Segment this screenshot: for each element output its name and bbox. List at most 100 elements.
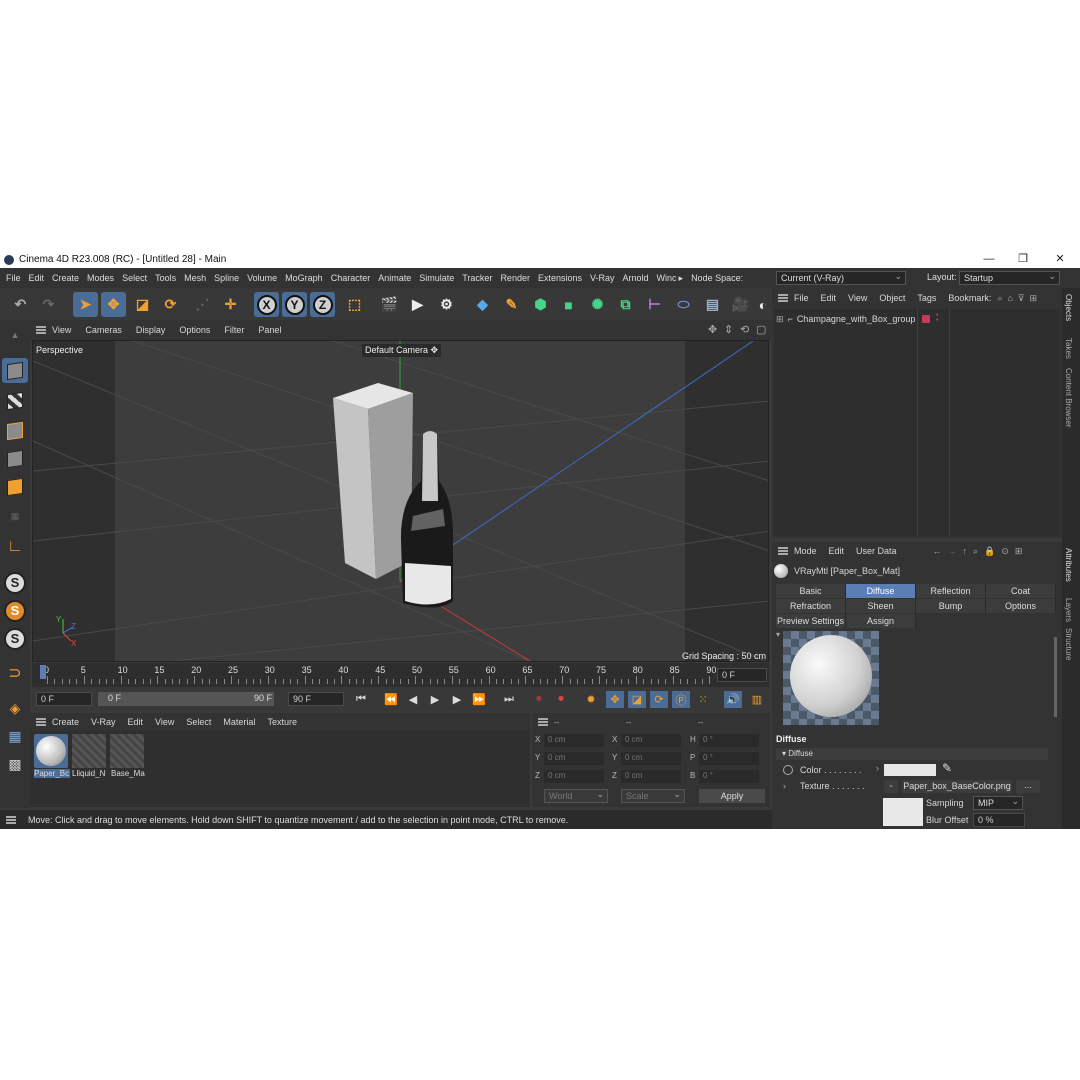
rotate-tool-icon[interactable]: ⟳ <box>158 292 183 317</box>
render-view-icon[interactable]: 🎬 <box>377 292 402 317</box>
viewport-zoom-icon[interactable]: ⇕ <box>724 323 733 336</box>
recent-tools-icon[interactable]: ⋰ <box>190 292 215 317</box>
coordinate-system-icon[interactable]: ⬚ <box>342 292 367 317</box>
viewport-maximize-icon[interactable]: ▢ <box>756 323 766 336</box>
record-icon[interactable]: ⏺ <box>530 691 548 708</box>
attribute-menu-edit[interactable]: Edit <box>829 546 845 556</box>
minimize-button[interactable]: — <box>974 251 1004 268</box>
default-camera-label[interactable]: Default Camera ✥ <box>362 344 442 357</box>
film-icon[interactable]: ▥ <box>748 691 766 708</box>
material-menu-icon[interactable] <box>36 718 46 726</box>
color-keyframe-icon[interactable] <box>783 765 793 775</box>
menu-window[interactable]: Winc <box>657 273 677 283</box>
object-row[interactable]: ⊞ ⌐ Champagne_with_Box_group <box>776 312 915 326</box>
deformer-icon[interactable]: ⊢ <box>642 292 667 317</box>
viewport-menu-panel[interactable]: Panel <box>258 325 281 335</box>
cloner-icon[interactable]: ✺ <box>585 292 610 317</box>
edges-mode-icon[interactable] <box>2 446 28 471</box>
attr-scrollbar[interactable] <box>1054 637 1057 717</box>
key-rotation-icon[interactable]: ⟳ <box>650 691 668 708</box>
side-tab-structure[interactable]: Structure <box>1064 628 1073 660</box>
rotation-b-field[interactable]: 0 ° <box>699 770 759 783</box>
preview-collapse-icon[interactable]: ▾ <box>776 630 780 639</box>
render-settings-icon[interactable]: ⚙ <box>434 292 459 317</box>
magnet-tool-icon[interactable]: ⊃ <box>2 660 28 685</box>
object-menu-icon[interactable] <box>778 294 788 302</box>
search-attr-icon[interactable]: ⌕ <box>973 546 978 557</box>
size-x-field[interactable]: 0 cm <box>621 734 681 747</box>
perspective-viewport[interactable]: Perspective Default Camera ✥ Grid Spacin… <box>32 340 769 662</box>
sound-icon[interactable]: 🔊 <box>724 691 742 708</box>
next-frame-icon[interactable]: ▶ <box>448 691 466 708</box>
paper-box-model[interactable] <box>333 383 413 579</box>
texture-browse-button[interactable]: ... <box>1016 780 1040 793</box>
position-z-field[interactable]: 0 cm <box>544 770 604 783</box>
key-scale-icon[interactable]: ◪ <box>628 691 646 708</box>
undo-icon[interactable]: ↶ <box>8 292 33 317</box>
go-to-end-icon[interactable]: ⏭ <box>500 691 518 708</box>
light-icon[interactable]: ◐ <box>756 292 770 317</box>
menu-vray[interactable]: V-Ray <box>590 273 615 283</box>
axis-x-lock[interactable]: X <box>254 292 279 317</box>
attribute-menu-icon[interactable] <box>778 547 788 555</box>
playhead[interactable] <box>40 665 46 679</box>
workplane-icon[interactable]: ◈ <box>2 696 28 721</box>
up-arrow-icon[interactable]: ↑ <box>963 546 968 556</box>
menu-file[interactable]: File <box>6 273 21 283</box>
object-menu-tags[interactable]: Tags <box>917 293 936 303</box>
tab-bump[interactable]: Bump <box>916 599 986 613</box>
render-to-picture-viewer-icon[interactable]: ▶ <box>405 292 430 317</box>
tab-basic[interactable]: Basic <box>776 584 846 598</box>
viewport-menu-display[interactable]: Display <box>136 325 166 335</box>
object-menu-view[interactable]: View <box>848 293 867 303</box>
size-z-field[interactable]: 0 cm <box>621 770 681 783</box>
menu-animate[interactable]: Animate <box>378 273 411 283</box>
material-menu-edit[interactable]: Edit <box>128 717 144 727</box>
rotation-h-field[interactable]: 0 ° <box>699 734 759 747</box>
layer-color-icon[interactable] <box>922 315 930 323</box>
expand-icon[interactable]: ⊞ <box>776 314 784 325</box>
menu-volume[interactable]: Volume <box>247 273 277 283</box>
snap-settings[interactable]: S <box>2 598 28 623</box>
color-swatch[interactable] <box>884 764 936 776</box>
texture-file-button[interactable]: Paper_box_BaseColor.png <box>902 780 1012 793</box>
world-dropdown[interactable]: World <box>544 788 608 803</box>
material-menu-vray[interactable]: V-Ray <box>91 717 116 727</box>
model-mode-icon[interactable] <box>2 358 28 383</box>
menu-create[interactable]: Create <box>52 273 79 283</box>
menu-extensions[interactable]: Extensions <box>538 273 582 283</box>
subdivision-icon[interactable]: ⬢ <box>528 292 553 317</box>
material-swatch[interactable] <box>110 734 144 768</box>
tab-sheen[interactable]: Sheen <box>846 599 916 613</box>
start-frame-field[interactable]: 0 F <box>36 692 92 706</box>
sampling-dropdown[interactable]: MIP <box>973 795 1023 810</box>
menu-modes[interactable]: Modes <box>87 273 114 283</box>
texture-mode-icon[interactable] <box>2 388 28 413</box>
material-swatch[interactable] <box>72 734 106 768</box>
new-attr-panel-icon[interactable]: ⊞ <box>1015 546 1023 557</box>
field-icon[interactable]: ⬭ <box>671 292 696 317</box>
material-menu-view[interactable]: View <box>155 717 174 727</box>
go-to-start-icon[interactable]: ⏮ <box>352 691 370 708</box>
attribute-menu-mode[interactable]: Mode <box>794 546 817 556</box>
array-icon[interactable]: ⧉ <box>613 292 638 317</box>
object-menu-object[interactable]: Object <box>879 293 905 303</box>
rotation-p-field[interactable]: 0 ° <box>699 752 759 765</box>
tab-refraction[interactable]: Refraction <box>776 599 846 613</box>
search-icon[interactable]: ⌕ <box>997 293 1002 304</box>
pen-spline-icon[interactable]: ✎ <box>499 292 524 317</box>
polygons-mode-icon[interactable] <box>2 474 28 499</box>
side-tab-content-browser[interactable]: Content Browser <box>1064 368 1073 428</box>
autokey-icon[interactable]: ⏺ <box>552 691 570 708</box>
menu-mesh[interactable]: Mesh <box>184 273 206 283</box>
viewport-menu-icon[interactable] <box>36 326 46 334</box>
next-key-icon[interactable]: ⏩ <box>470 691 488 708</box>
menu-tools[interactable]: Tools <box>155 273 176 283</box>
previous-key-icon[interactable]: ⏪ <box>382 691 400 708</box>
viewport-pan-icon[interactable]: ✥ <box>708 323 717 336</box>
play-icon[interactable]: ▶ <box>426 691 444 708</box>
material-menu-texture[interactable]: Texture <box>267 717 297 727</box>
size-y-field[interactable]: 0 cm <box>621 752 681 765</box>
tab-diffuse[interactable]: Diffuse <box>846 584 916 598</box>
floor-icon[interactable]: ▤ <box>700 292 725 317</box>
